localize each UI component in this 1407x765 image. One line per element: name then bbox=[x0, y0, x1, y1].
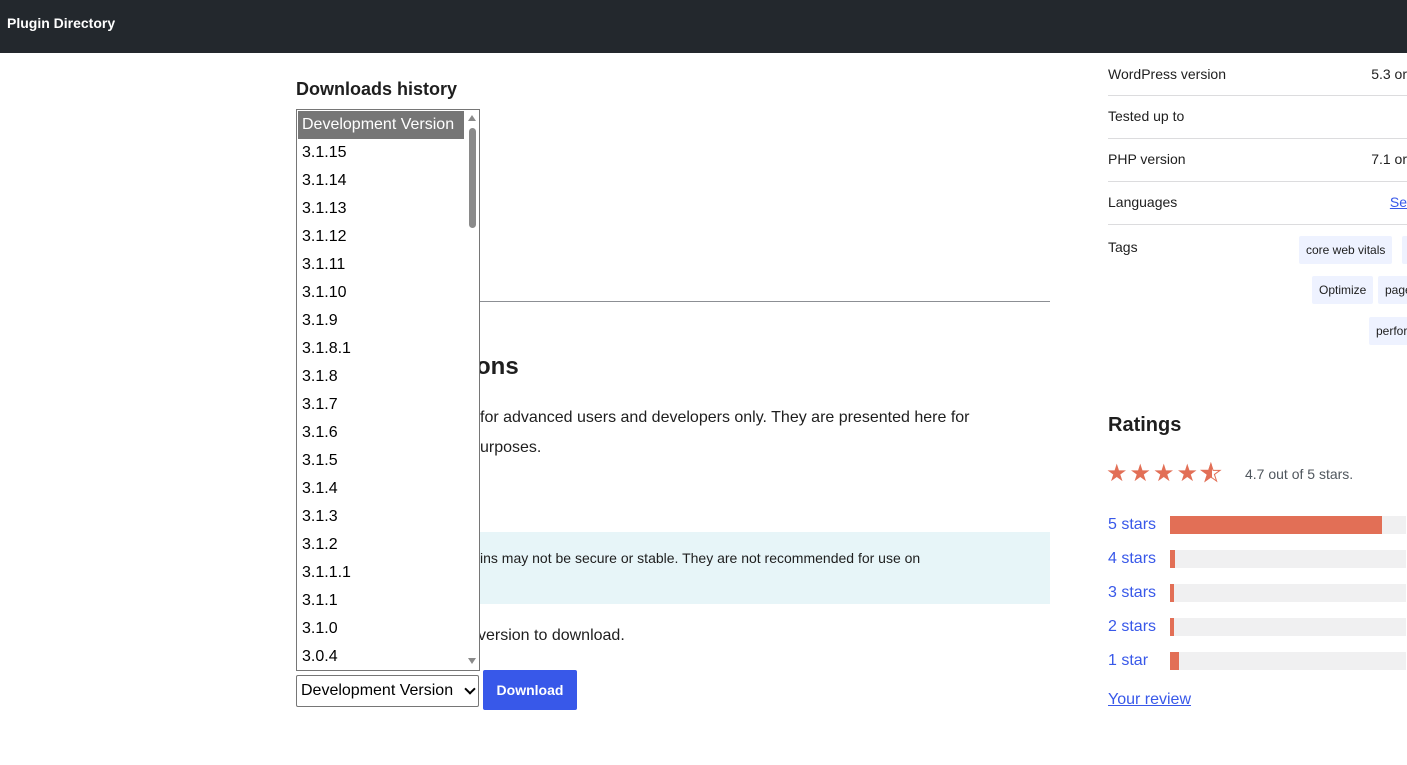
version-option[interactable]: 3.1.12 bbox=[298, 223, 464, 251]
meta-label: Tested up to bbox=[1108, 108, 1185, 124]
version-option[interactable]: 3.1.15 bbox=[298, 139, 464, 167]
version-option[interactable]: 3.1.2 bbox=[298, 531, 464, 559]
rating-bar-fill bbox=[1170, 550, 1175, 568]
version-dropdown-list[interactable]: 3.0.4 3.1.0 3.1.1 3.1.1.1 3.1.2 3.1.3 3.1.4 3.1… bbox=[296, 109, 480, 671]
rating-bar bbox=[1170, 516, 1406, 534]
tags-label: Tags bbox=[1108, 239, 1138, 255]
meta-languages: Languages Se bbox=[1108, 182, 1407, 225]
meta-value: 5.3 or bbox=[1371, 66, 1407, 82]
meta-wp-version: WordPress version 5.3 or bbox=[1108, 53, 1407, 96]
rating-bar bbox=[1170, 550, 1406, 568]
version-option[interactable]: 3.1.4 bbox=[298, 475, 464, 503]
tag-link[interactable]: perfor bbox=[1369, 317, 1407, 345]
site-title[interactable]: Plugin Directory bbox=[7, 15, 115, 31]
version-option[interactable]: 3.1.1.1 bbox=[298, 559, 464, 587]
version-option[interactable]: 3.1.3 bbox=[298, 503, 464, 531]
meta-php-version: PHP version 7.1 or bbox=[1108, 139, 1407, 182]
version-option[interactable]: Development Version bbox=[298, 111, 464, 139]
version-option[interactable]: 3.1.0 bbox=[298, 615, 464, 643]
rating-summary: 4.7 out of 5 stars. bbox=[1245, 466, 1354, 482]
rating-filter-link[interactable]: 1 star bbox=[1108, 651, 1148, 671]
version-option[interactable]: 3.1.11 bbox=[298, 251, 464, 279]
rating-bar-fill bbox=[1170, 618, 1174, 636]
version-option[interactable]: 3.1.6 bbox=[298, 419, 464, 447]
scrollbar-thumb[interactable] bbox=[469, 128, 476, 228]
version-option[interactable]: 3.1.8 bbox=[298, 363, 464, 391]
star-icon: ★ bbox=[1129, 460, 1152, 487]
version-option[interactable]: 3.1.8.1 bbox=[298, 335, 464, 363]
star-half-icon: ★ bbox=[1200, 460, 1222, 487]
star-icon: ★ bbox=[1153, 460, 1175, 487]
meta-label: PHP version bbox=[1108, 151, 1186, 167]
scroll-down-icon[interactable] bbox=[468, 658, 476, 664]
version-option[interactable]: 3.1.13 bbox=[298, 195, 464, 223]
notice-text: ins may not be secure or stable. They ar… bbox=[480, 550, 921, 566]
meta-tested-up-to: Tested up to bbox=[1108, 96, 1407, 139]
tag-link[interactable] bbox=[1402, 236, 1407, 264]
version-option[interactable]: 3.1.14 bbox=[298, 167, 464, 195]
rating-filter-link[interactable]: 2 stars bbox=[1108, 617, 1156, 637]
version-option[interactable]: 3.1.5 bbox=[298, 447, 464, 475]
scroll-up-icon[interactable] bbox=[468, 115, 476, 121]
rating-bar bbox=[1170, 652, 1406, 670]
rating-bar bbox=[1170, 618, 1406, 636]
version-option[interactable]: 3.1.7 bbox=[298, 391, 464, 419]
star-icon: ★ bbox=[1106, 460, 1128, 487]
version-option[interactable]: 3.1.9 bbox=[298, 307, 464, 335]
version-option[interactable]: 3.1.1 bbox=[298, 587, 464, 615]
top-bar: Plugin Directory bbox=[0, 0, 1407, 53]
tag-link[interactable]: Optimize bbox=[1312, 276, 1374, 304]
chevron-down-icon bbox=[464, 683, 476, 695]
rating-filter-link[interactable]: 4 stars bbox=[1108, 549, 1156, 569]
version-option[interactable]: 3.0.4 bbox=[298, 643, 464, 670]
rating-filter-link[interactable]: 5 stars bbox=[1108, 515, 1156, 535]
version-select-value: Development Version bbox=[301, 682, 454, 699]
rating-row: 4 stars bbox=[1108, 549, 1407, 569]
download-button[interactable]: Download bbox=[483, 670, 577, 710]
meta-label: WordPress version bbox=[1108, 66, 1227, 82]
rating-bar bbox=[1170, 584, 1406, 602]
tag-link[interactable]: core web vitals bbox=[1299, 236, 1393, 264]
meta-label: Languages bbox=[1108, 194, 1178, 210]
rating-row: 3 stars bbox=[1108, 583, 1407, 603]
heading-text: ons bbox=[476, 353, 519, 380]
rating-bar-fill bbox=[1170, 516, 1382, 534]
rating-row: 5 stars bbox=[1108, 515, 1407, 535]
rating-row: 2 stars bbox=[1108, 617, 1407, 637]
tag-link[interactable]: page bbox=[1378, 276, 1407, 304]
version-option[interactable]: 3.1.10 bbox=[298, 279, 464, 307]
rating-filter-link[interactable]: 3 stars bbox=[1108, 583, 1156, 603]
star-icon: ★ bbox=[1176, 460, 1199, 487]
languages-link[interactable]: Se bbox=[1390, 194, 1407, 210]
rating-bar-fill bbox=[1170, 652, 1179, 670]
rating-bar-fill bbox=[1170, 584, 1174, 602]
rating-row: 1 star bbox=[1108, 651, 1407, 671]
ratings-title: Ratings bbox=[1108, 414, 1182, 436]
downloads-history-title: Downloads history bbox=[296, 79, 458, 99]
version-select[interactable]: Development Version bbox=[296, 675, 479, 707]
star-rating: ★★★★★ bbox=[1106, 460, 1224, 487]
meta-value: 7.1 or bbox=[1371, 151, 1407, 167]
your-review-link[interactable]: Your review bbox=[1108, 691, 1191, 709]
